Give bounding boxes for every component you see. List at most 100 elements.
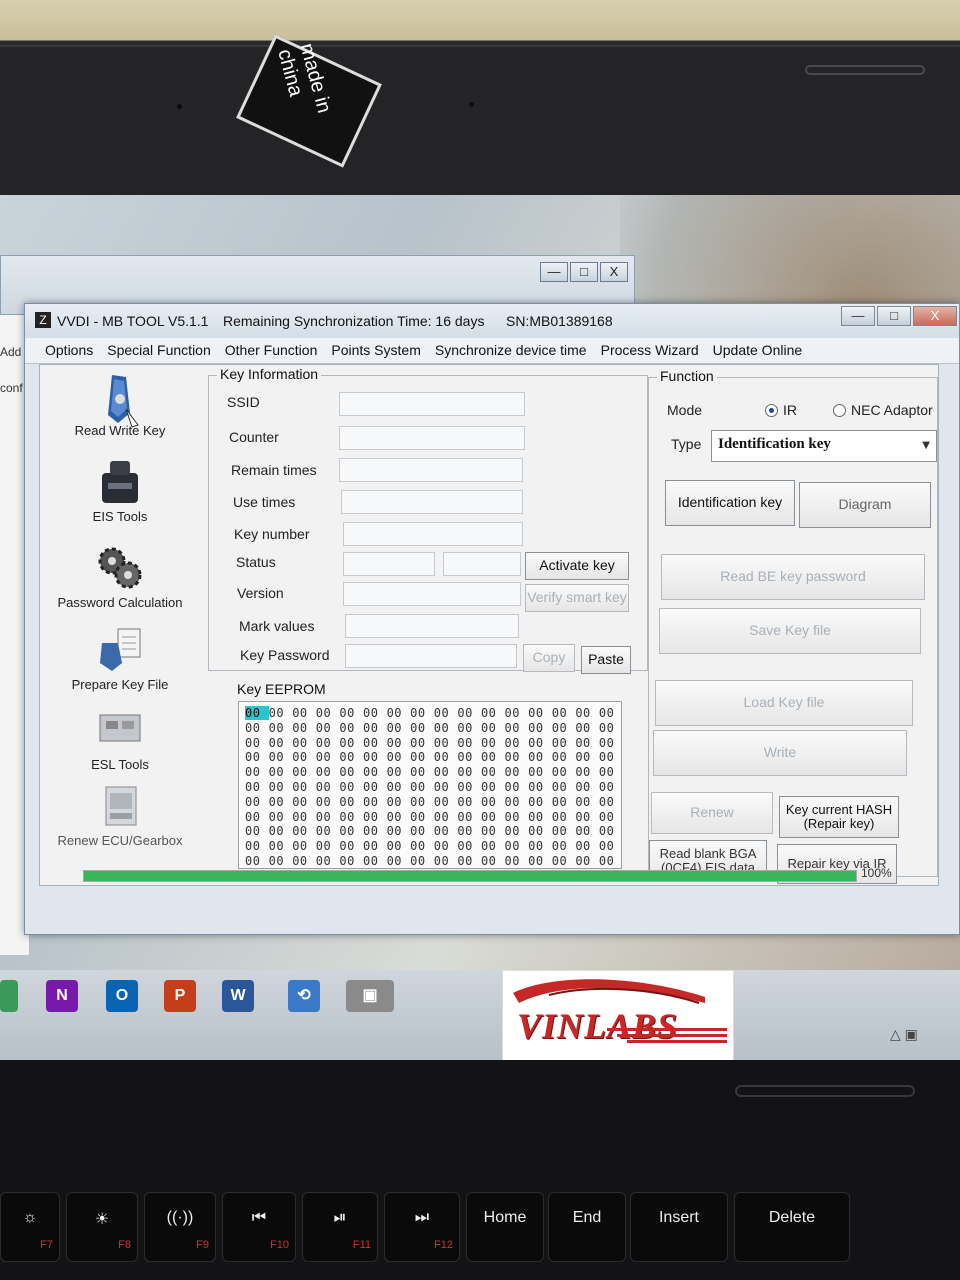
eeprom-byte[interactable]: 00 (387, 795, 411, 809)
eeprom-byte[interactable]: 00 (363, 736, 387, 750)
write-button[interactable]: Write (653, 730, 907, 776)
save-key-file-button[interactable]: Save Key file (659, 608, 921, 654)
key-end[interactable]: End (548, 1192, 626, 1262)
key-insert[interactable]: Insert (630, 1192, 728, 1262)
eeprom-byte[interactable]: 00 (481, 839, 505, 853)
strip-item[interactable]: conf (0, 381, 23, 395)
taskbar-app-icon[interactable] (0, 980, 18, 1012)
eeprom-byte[interactable]: 00 (245, 736, 269, 750)
minimize-button[interactable]: — (540, 262, 568, 282)
key-current-hash-button[interactable]: Key current HASH (Repair key) (779, 796, 899, 838)
eeprom-hex-view[interactable]: 00 00 00 00 00 00 00 00 00 00 00 00 00 00 00 00 00 00 00 00… (238, 701, 622, 869)
eeprom-byte[interactable]: 00 (292, 824, 316, 838)
eeprom-byte[interactable]: 00 (434, 721, 458, 735)
eeprom-byte[interactable]: 00 (599, 810, 623, 824)
eeprom-byte[interactable]: 00 (575, 721, 599, 735)
eeprom-byte[interactable]: 00 (457, 810, 481, 824)
eeprom-byte[interactable]: 00 (387, 854, 411, 868)
eeprom-byte[interactable]: 00 (339, 750, 363, 764)
identification-key-button[interactable]: Identification key (665, 480, 795, 526)
eeprom-byte[interactable]: 00 (575, 810, 599, 824)
eeprom-byte[interactable]: 00 (552, 736, 576, 750)
eeprom-byte[interactable]: 00 (528, 721, 552, 735)
mode-ir-radio[interactable] (765, 404, 778, 417)
eeprom-byte[interactable]: 00 (363, 810, 387, 824)
eeprom-byte[interactable]: 00 (410, 824, 434, 838)
diagram-button[interactable]: Diagram (799, 482, 931, 528)
load-key-file-button[interactable]: Load Key file (655, 680, 913, 726)
eeprom-byte[interactable]: 00 (387, 839, 411, 853)
status-field[interactable] (343, 552, 435, 576)
key-home[interactable]: Home (466, 1192, 544, 1262)
eeprom-byte[interactable]: 00 (410, 736, 434, 750)
eeprom-byte[interactable]: 00 (339, 736, 363, 750)
eeprom-byte[interactable]: 00 (245, 810, 269, 824)
key-password-field[interactable] (345, 644, 517, 668)
eeprom-byte[interactable]: 00 (339, 706, 363, 720)
eeprom-byte[interactable]: 00 (434, 736, 458, 750)
eeprom-byte[interactable]: 00 (245, 839, 269, 853)
eeprom-byte[interactable]: 00 (245, 750, 269, 764)
eeprom-byte[interactable]: 00 (363, 706, 387, 720)
eeprom-byte[interactable]: 00 (316, 810, 340, 824)
eeprom-byte[interactable]: 00 (245, 721, 269, 735)
eeprom-byte[interactable]: 00 (387, 780, 411, 794)
menu-points-system[interactable]: Points System (325, 338, 428, 363)
eeprom-byte[interactable]: 00 (575, 750, 599, 764)
eeprom-byte[interactable]: 00 (481, 765, 505, 779)
eeprom-byte[interactable]: 00 (575, 780, 599, 794)
eeprom-byte[interactable]: 00 (387, 750, 411, 764)
eeprom-byte[interactable]: 00 (316, 736, 340, 750)
key-f12[interactable]: ⏭ F12 (384, 1192, 460, 1262)
eeprom-byte[interactable]: 00 (505, 765, 529, 779)
minimize-button[interactable]: — (841, 306, 875, 326)
eeprom-byte[interactable]: 00 (363, 839, 387, 853)
eeprom-byte[interactable]: 00 (575, 839, 599, 853)
eeprom-byte[interactable]: 00 (387, 721, 411, 735)
eeprom-byte[interactable]: 00 (552, 765, 576, 779)
maximize-button[interactable]: □ (877, 306, 911, 326)
eeprom-byte[interactable]: 00 (481, 706, 505, 720)
eeprom-byte[interactable]: 00 (410, 750, 434, 764)
eeprom-byte[interactable]: 00 (599, 854, 623, 868)
eeprom-byte[interactable]: 00 (434, 706, 458, 720)
eeprom-byte[interactable]: 00 (481, 750, 505, 764)
eeprom-byte[interactable]: 00 (505, 780, 529, 794)
eeprom-byte[interactable]: 00 (599, 824, 623, 838)
maximize-button[interactable]: □ (570, 262, 598, 282)
renew-button[interactable]: Renew (651, 792, 773, 834)
verify-smart-key-button[interactable]: Verify smart key (525, 584, 629, 612)
eeprom-byte[interactable]: 00 (245, 706, 269, 720)
menu-synchronize-device-time[interactable]: Synchronize device time (429, 338, 595, 363)
eeprom-byte[interactable]: 00 (599, 750, 623, 764)
eeprom-byte[interactable]: 00 (316, 765, 340, 779)
eeprom-byte[interactable]: 00 (292, 765, 316, 779)
eeprom-byte[interactable]: 00 (481, 721, 505, 735)
eeprom-byte[interactable]: 00 (552, 795, 576, 809)
eeprom-byte[interactable]: 00 (505, 839, 529, 853)
eeprom-byte[interactable]: 00 (292, 750, 316, 764)
eeprom-byte[interactable]: 00 (316, 706, 340, 720)
eeprom-byte[interactable]: 00 (269, 736, 293, 750)
eeprom-byte[interactable]: 00 (505, 795, 529, 809)
close-button[interactable]: X (600, 262, 628, 282)
menu-special-function[interactable]: Special Function (101, 338, 219, 363)
eeprom-byte[interactable]: 00 (575, 854, 599, 868)
eeprom-byte[interactable]: 00 (528, 765, 552, 779)
eeprom-byte[interactable]: 00 (434, 795, 458, 809)
eeprom-byte[interactable]: 00 (457, 795, 481, 809)
eeprom-byte[interactable]: 00 (434, 765, 458, 779)
eeprom-byte[interactable]: 00 (575, 795, 599, 809)
eeprom-byte[interactable]: 00 (505, 736, 529, 750)
word-icon[interactable]: W (222, 980, 254, 1012)
onenote-icon[interactable]: N (46, 980, 78, 1012)
eeprom-byte[interactable]: 00 (505, 824, 529, 838)
eeprom-byte[interactable]: 00 (575, 736, 599, 750)
eeprom-byte[interactable]: 00 (575, 824, 599, 838)
read-be-key-password-button[interactable]: Read BE key password (661, 554, 925, 600)
eeprom-byte[interactable]: 00 (316, 824, 340, 838)
eeprom-byte[interactable]: 00 (552, 810, 576, 824)
eeprom-byte[interactable]: 00 (316, 750, 340, 764)
eeprom-byte[interactable]: 00 (434, 780, 458, 794)
sidebar-item-password-calculation[interactable]: Password Calculation (40, 545, 200, 610)
